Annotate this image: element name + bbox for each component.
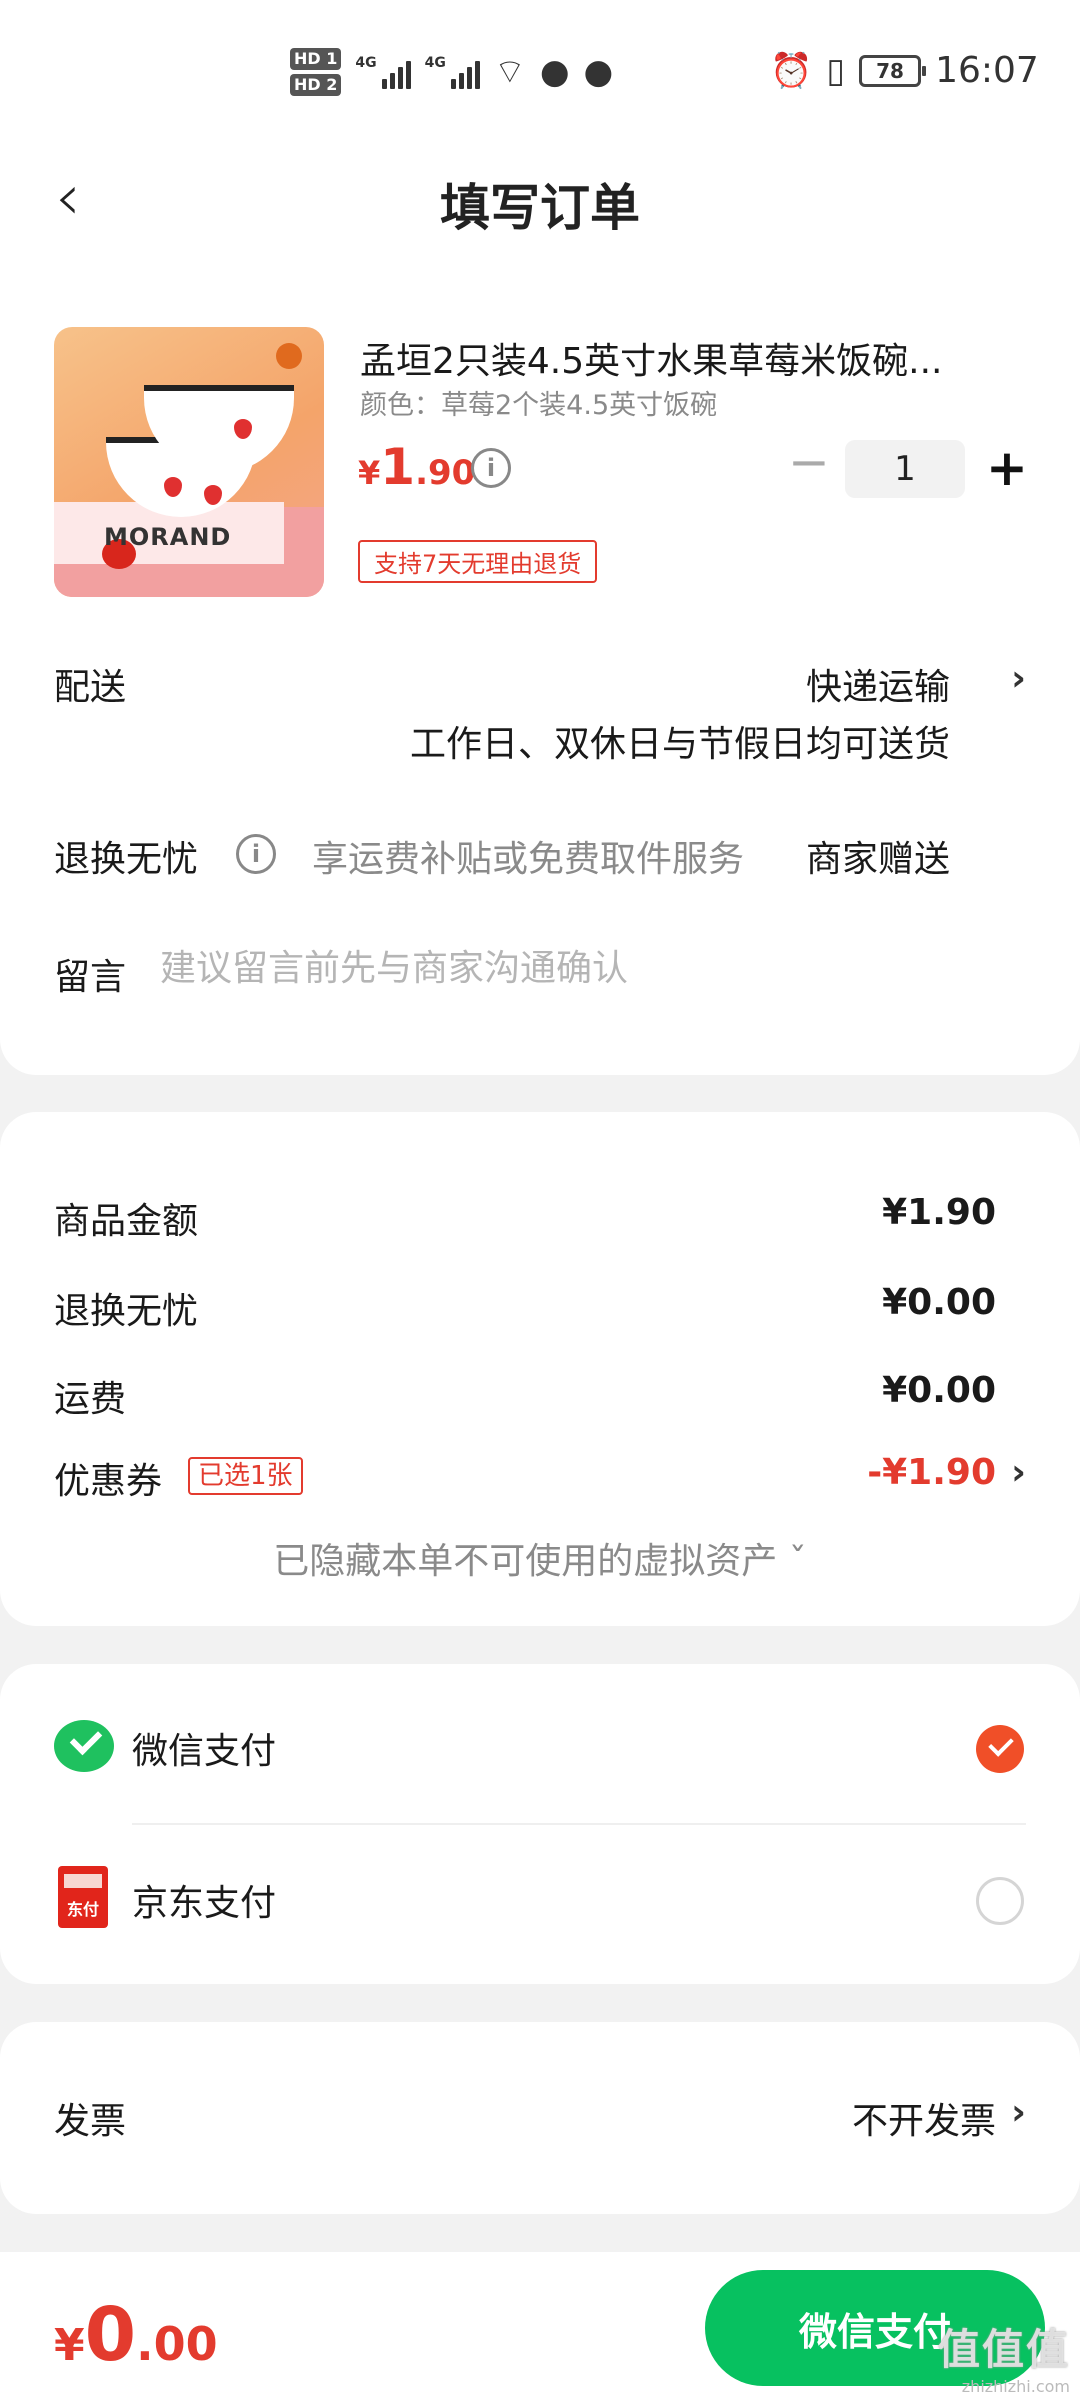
order-product-card: MORAND 孟垣2只装4.5英寸水果草莓米饭碗... 颜色：草莓2个装4.5英… — [0, 250, 1080, 1075]
page-title: 填写订单 — [440, 179, 640, 237]
total-currency: ¥ — [54, 2320, 85, 2371]
watermark: 值值值 zhizhizhi.com — [938, 2316, 1070, 2396]
hd-indicators: HD 1 HD 2 — [290, 48, 342, 96]
coupon-label: 优惠券 — [54, 1461, 163, 1502]
chevron-right-icon[interactable]: › — [1011, 2092, 1026, 2133]
radio-unselected-icon[interactable] — [976, 1877, 1024, 1925]
vibrate-icon: ▯ — [826, 50, 846, 91]
quantity-plus-button[interactable]: + — [982, 440, 1032, 498]
invoice-value[interactable]: 不开发票 — [852, 2092, 996, 2144]
hidden-assets-toggle[interactable]: 已隐藏本单不可使用的虚拟资产 ˇ — [0, 1532, 1080, 1584]
invoice-label: 发票 — [54, 2101, 127, 2142]
network-label-2: 4G — [424, 55, 446, 71]
signal-icon-2: 4G — [425, 55, 480, 89]
status-left: HD 1 HD 2 4G 4G ⌔ ● ● — [290, 48, 613, 96]
page-header: ‹ 填写订单 — [0, 150, 1080, 250]
signal-icon: 4G — [355, 55, 411, 89]
info-icon[interactable]: i — [236, 834, 276, 874]
payment-option-wechat[interactable]: 微信支付 — [0, 1672, 1080, 1822]
delivery-method[interactable]: 快递运输 — [806, 658, 950, 710]
hd1-badge: HD 1 — [290, 48, 342, 70]
price-decimal: .90 — [415, 453, 476, 493]
quantity-field[interactable]: 1 — [845, 440, 965, 498]
return-service-label: 退换无忧 — [54, 839, 199, 880]
network-label: 4G — [355, 55, 377, 71]
return-fee-label: 退换无忧 — [54, 1291, 199, 1332]
product-spec: 颜色：草莓2个装4.5英寸饭碗 — [360, 390, 718, 421]
quantity-minus-button[interactable]: − — [788, 437, 830, 487]
message-input[interactable] — [160, 948, 960, 989]
price-currency: ¥ — [358, 454, 381, 492]
shipping-fee-value: ¥0.00 — [882, 1370, 996, 1411]
radio-selected-icon[interactable] — [976, 1725, 1024, 1773]
total-decimal: .00 — [136, 2317, 218, 2371]
wechat-pay-label: 微信支付 — [132, 1731, 277, 1772]
total-amount: ¥ 0 .00 — [54, 2292, 218, 2378]
status-right: ⏰ ▯ 78 16:07 — [770, 50, 1080, 91]
info-icon[interactable]: i — [471, 448, 511, 488]
message-label: 留言 — [54, 957, 127, 998]
brand-logo-icon — [276, 343, 302, 369]
battery-icon: 78 — [859, 54, 927, 87]
chevron-right-icon[interactable]: › — [1011, 658, 1026, 699]
alarm-icon: ⏰ — [770, 50, 813, 91]
return-fee-value: ¥0.00 — [882, 1282, 996, 1323]
goods-amount-value: ¥1.90 — [882, 1192, 996, 1233]
total-integer: 0 — [84, 2292, 137, 2378]
image-brand-text: MORAND — [104, 523, 232, 551]
goods-amount-label: 商品金额 — [54, 1201, 199, 1242]
chevron-right-icon[interactable]: › — [1011, 1452, 1026, 1493]
product-name[interactable]: 孟垣2只装4.5英寸水果草莓米饭碗... — [360, 332, 980, 384]
wechat-notification-icon: ● — [539, 52, 570, 92]
delivery-label: 配送 — [54, 667, 127, 708]
price-integer: 1 — [380, 438, 416, 496]
jd-icon-band — [64, 1874, 102, 1888]
hd2-badge: HD 2 — [290, 74, 342, 96]
payment-method-card: 微信支付 东付 京东支付 — [0, 1664, 1080, 1984]
product-image[interactable]: MORAND — [54, 327, 324, 597]
jd-icon-text: 东付 — [66, 1900, 99, 1919]
shipping-fee-label: 运费 — [54, 1379, 127, 1420]
coupon-selected-badge: 已选1张 — [188, 1457, 303, 1495]
message-notification-icon: ● — [583, 52, 614, 92]
jd-pay-label: 京东支付 — [132, 1883, 277, 1924]
wifi-icon: ⌔ — [493, 52, 526, 92]
fee-summary-card: 商品金额 ¥1.90 退换无忧 ¥0.00 运费 ¥0.00 优惠券 已选1张 … — [0, 1112, 1080, 1626]
return-policy-badge: 支持7天无理由退货 — [358, 540, 598, 583]
return-service-value: 商家赠送 — [805, 839, 950, 880]
return-service-desc: 享运费补贴或免费取件服务 — [312, 839, 745, 880]
product-price: ¥ 1 .90 — [358, 438, 475, 496]
payment-option-jd[interactable]: 东付 京东支付 — [0, 1824, 1080, 1974]
coupon-value[interactable]: -¥1.90 — [867, 1452, 996, 1493]
clock: 16:07 — [935, 50, 1039, 91]
checkout-bar: ¥ 0 .00 微信支付 值值值 zhizhizhi.com — [0, 2252, 1080, 2400]
delivery-note: 工作日、双休日与节假日均可送货 — [409, 724, 950, 765]
status-bar: HD 1 HD 2 4G 4G ⌔ ● ● ⏰ ▯ 78 16:07 — [0, 0, 1080, 150]
watermark-text: 值值值 — [937, 2325, 1070, 2374]
watermark-url: zhizhizhi.com — [961, 2377, 1070, 2396]
invoice-card[interactable]: 发票 不开发票 › — [0, 2022, 1080, 2214]
wechat-pay-icon — [54, 1720, 114, 1772]
jd-pay-icon: 东付 — [58, 1866, 108, 1928]
